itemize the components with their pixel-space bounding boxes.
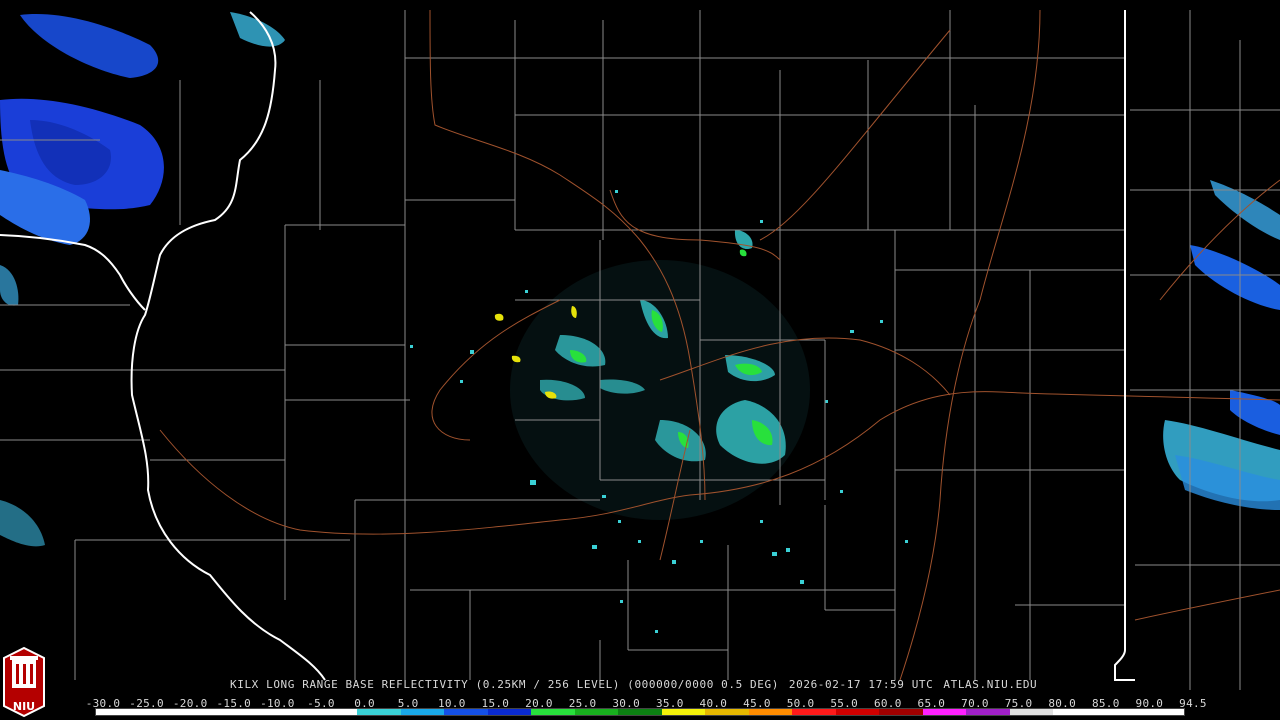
colorbar-segment <box>835 709 880 715</box>
site-url-label: ATLAS.NIU.EDU <box>943 678 1038 691</box>
colorbar-segment <box>661 709 706 715</box>
colorbar-segment <box>966 709 1010 715</box>
colorbar-segment <box>357 709 401 715</box>
colorbar-segment <box>705 709 749 715</box>
colorbar-segment <box>748 709 793 715</box>
colorbar-segment <box>574 709 619 715</box>
niu-logo-text: NIU <box>13 700 35 713</box>
colorbar-segment <box>313 709 358 715</box>
station-product-label: KILX LONG RANGE BASE REFLECTIVITY (0.25K… <box>230 678 779 691</box>
colorbar-segment <box>96 709 140 715</box>
colorbar-segment <box>183 709 227 715</box>
colorbar-segment <box>1009 709 1054 715</box>
colorbar-segment <box>270 709 314 715</box>
colorbar-segment <box>444 709 488 715</box>
colorbar-segment <box>792 709 836 715</box>
colorbar-segment <box>400 709 445 715</box>
colorbar-segment <box>1053 709 1097 715</box>
colorbar-segment <box>879 709 923 715</box>
reflectivity-colorbar <box>95 708 1185 716</box>
product-caption: KILX LONG RANGE BASE REFLECTIVITY (0.25K… <box>230 678 1047 691</box>
colorbar-segment <box>618 709 662 715</box>
colorbar-segment <box>531 709 575 715</box>
colorbar-segment <box>487 709 532 715</box>
colorbar-segment <box>139 709 184 715</box>
colorbar-segment <box>226 709 271 715</box>
colorbar-segment <box>1140 709 1184 715</box>
colorbar-segment <box>922 709 967 715</box>
radar-map: NIU <box>0 0 1280 720</box>
colorbar-segment <box>1096 709 1141 715</box>
timestamp-label: 2026-02-17 17:59 UTC <box>788 678 934 691</box>
